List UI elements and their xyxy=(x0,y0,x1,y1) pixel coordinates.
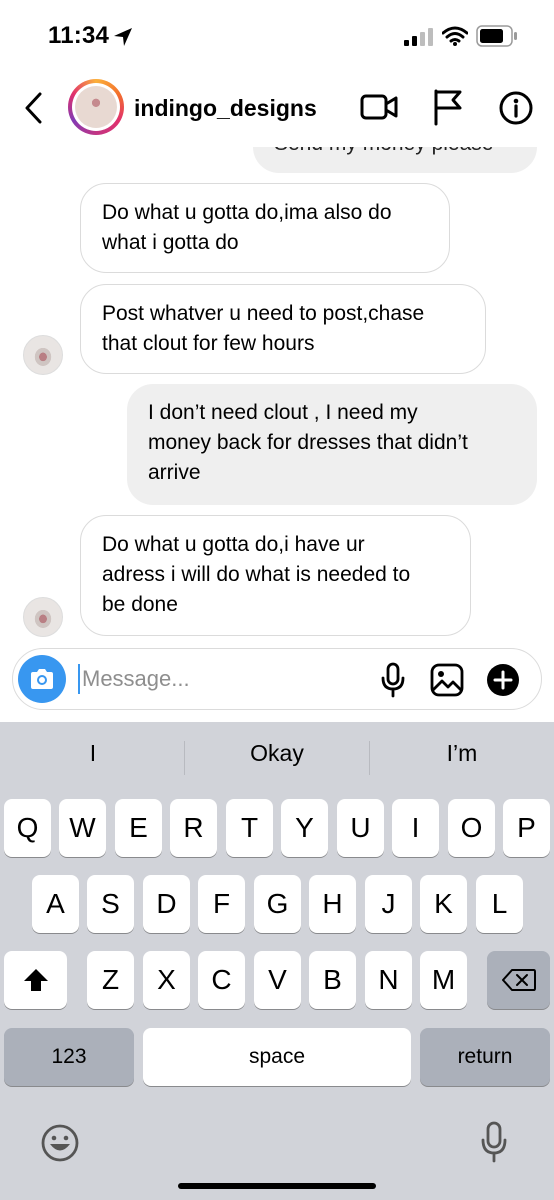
key-y[interactable]: Y xyxy=(281,799,328,857)
key-i[interactable]: I xyxy=(392,799,439,857)
status-time: 11:34 xyxy=(48,22,110,49)
numbers-key[interactable]: 123 xyxy=(4,1028,134,1086)
sender-avatar[interactable] xyxy=(23,335,63,375)
message-line: what i gotta do xyxy=(102,231,239,254)
gallery-icon[interactable] xyxy=(430,663,464,697)
key-s[interactable]: S xyxy=(87,875,134,933)
cellular-signal-icon xyxy=(404,28,433,46)
key-r[interactable]: R xyxy=(170,799,217,857)
message-sent: I don’t need clout , I need my money bac… xyxy=(127,384,537,505)
wifi-icon xyxy=(442,26,468,46)
backspace-key[interactable] xyxy=(487,951,550,1009)
suggestion-divider xyxy=(184,741,185,775)
message-line: Send my money please xyxy=(274,147,516,159)
report-flag-icon[interactable] xyxy=(432,88,464,126)
return-key[interactable]: return xyxy=(420,1028,550,1086)
shift-arrow-icon xyxy=(23,969,48,991)
key-p[interactable]: P xyxy=(503,799,550,857)
location-arrow-icon xyxy=(114,28,132,46)
key-c[interactable]: C xyxy=(198,951,245,1009)
add-icon[interactable] xyxy=(486,663,520,697)
camera-button[interactable] xyxy=(18,655,66,703)
key-k[interactable]: K xyxy=(420,875,467,933)
key-m[interactable]: M xyxy=(420,951,467,1009)
dictation-microphone-icon[interactable] xyxy=(480,1121,508,1163)
key-d[interactable]: D xyxy=(143,875,190,933)
backspace-icon xyxy=(501,969,536,991)
message-input[interactable] xyxy=(82,662,362,696)
video-call-icon[interactable] xyxy=(360,93,398,121)
suggestion-3[interactable]: I’m xyxy=(372,740,552,767)
message-received: Post whatver u need to post,chase that c… xyxy=(80,284,486,374)
message-received: Do what u gotta do,ima also do what i go… xyxy=(80,183,450,273)
key-j[interactable]: J xyxy=(365,875,412,933)
emoji-icon[interactable] xyxy=(40,1123,80,1163)
key-u[interactable]: U xyxy=(337,799,384,857)
microphone-icon[interactable] xyxy=(380,662,406,698)
message-line: Do what u gotta do,i have ur xyxy=(102,533,365,556)
key-e[interactable]: E xyxy=(115,799,162,857)
suggestion-1[interactable]: I xyxy=(3,740,183,767)
key-g[interactable]: G xyxy=(254,875,301,933)
suggestion-2[interactable]: Okay xyxy=(187,740,367,767)
message-line: arrive xyxy=(148,461,201,484)
battery-icon xyxy=(476,25,517,47)
suggestion-divider xyxy=(369,741,370,775)
profile-avatar[interactable] xyxy=(68,79,124,135)
back-chevron-icon[interactable] xyxy=(22,92,46,124)
message-line: Do what u gotta do,ima also do xyxy=(102,201,392,224)
key-v[interactable]: V xyxy=(254,951,301,1009)
message-line: money back for dresses that didn’t xyxy=(148,431,468,454)
key-n[interactable]: N xyxy=(365,951,412,1009)
key-a[interactable]: A xyxy=(32,875,79,933)
key-o[interactable]: O xyxy=(448,799,495,857)
message-received: Do what u gotta do,i have ur adress i wi… xyxy=(80,515,471,636)
message-line: I don’t need clout , I need my xyxy=(148,401,418,424)
key-f[interactable]: F xyxy=(198,875,245,933)
message-list[interactable]: Send my money please Do what u gotta do,… xyxy=(0,147,554,642)
message-sent: Send my money please xyxy=(253,147,537,173)
key-b[interactable]: B xyxy=(309,951,356,1009)
camera-icon xyxy=(31,669,53,689)
message-line: adress i will do what is needed to xyxy=(102,563,411,586)
key-z[interactable]: Z xyxy=(87,951,134,1009)
space-key[interactable]: space xyxy=(143,1028,411,1086)
key-t[interactable]: T xyxy=(226,799,273,857)
key-q[interactable]: Q xyxy=(4,799,51,857)
sender-avatar[interactable] xyxy=(23,597,63,637)
message-line: that clout for few hours xyxy=(102,332,315,355)
message-line: Post whatver u need to post,chase xyxy=(102,302,425,325)
home-indicator xyxy=(178,1183,376,1189)
key-x[interactable]: X xyxy=(143,951,190,1009)
key-l[interactable]: L xyxy=(476,875,523,933)
chat-username[interactable]: indingo_designs xyxy=(134,95,317,122)
shift-key[interactable] xyxy=(4,951,67,1009)
info-icon[interactable] xyxy=(499,91,533,125)
key-w[interactable]: W xyxy=(59,799,106,857)
text-cursor xyxy=(78,664,80,694)
key-h[interactable]: H xyxy=(309,875,356,933)
message-line: be done xyxy=(102,593,178,616)
